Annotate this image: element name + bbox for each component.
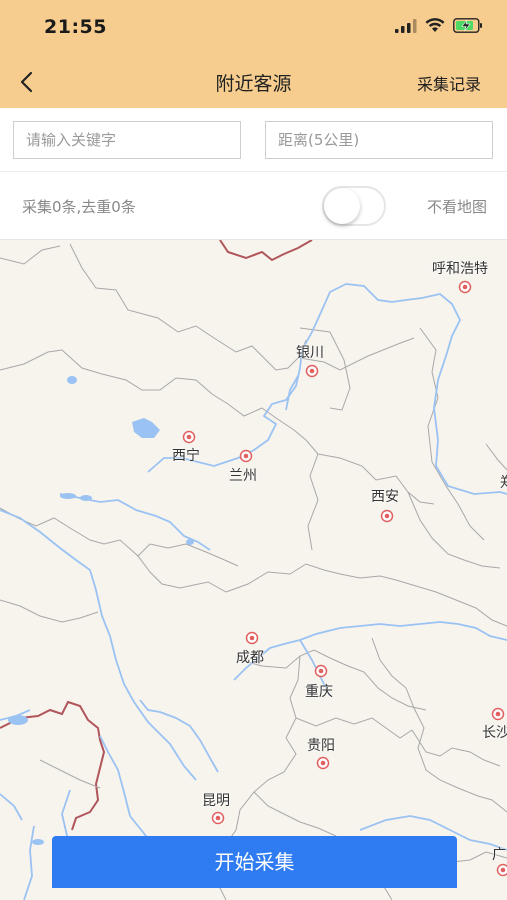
wifi-icon xyxy=(425,18,445,32)
city-label-chongqing: 重庆 xyxy=(305,684,333,700)
hide-map-toggle[interactable] xyxy=(322,186,386,226)
city-marker-lanzhou xyxy=(239,449,253,463)
map-view[interactable]: 呼和浩特 银川 西宁 兰州 西安 郑 成都 重庆 贵阳 长沙 昆明 广 xyxy=(0,240,507,900)
city-markers xyxy=(182,280,507,877)
city-marker-guangzhou xyxy=(496,863,507,877)
collection-count-text: 采集0条,去重0条 xyxy=(22,198,136,216)
hide-map-label: 不看地图 xyxy=(426,198,487,216)
search-row xyxy=(0,108,507,172)
collection-records-button[interactable]: 采集记录 xyxy=(417,71,481,95)
nav-bar: 附近客源 采集记录 xyxy=(0,56,507,108)
status-time: 21:55 xyxy=(44,16,107,38)
city-marker-changsha xyxy=(491,707,505,721)
city-label-xian: 西安 xyxy=(371,489,399,505)
signal-icon xyxy=(395,18,417,33)
city-label-zhengzhou: 郑 xyxy=(500,472,507,492)
province-borders xyxy=(0,243,507,900)
keyword-input[interactable] xyxy=(13,121,241,159)
status-bar: 21:55 xyxy=(0,0,507,56)
city-label-yinchuan: 银川 xyxy=(296,345,324,361)
city-label-lanzhou: 兰州 xyxy=(229,468,257,484)
city-label-xining: 西宁 xyxy=(172,448,200,464)
city-marker-guiyang xyxy=(316,756,330,770)
rivers xyxy=(0,283,507,900)
city-marker-yinchuan xyxy=(305,364,319,378)
national-border-top xyxy=(219,240,313,262)
city-marker-xian xyxy=(380,509,394,523)
toggle-knob[interactable] xyxy=(324,188,360,224)
city-label-changsha: 长沙 xyxy=(482,725,507,741)
distance-input[interactable] xyxy=(265,121,493,159)
city-label-guangzhou: 广 xyxy=(492,847,506,863)
map-canvas[interactable] xyxy=(0,240,507,900)
city-marker-hohhot xyxy=(458,280,472,294)
battery-charging-icon xyxy=(453,18,482,33)
city-label-kunming: 昆明 xyxy=(202,793,230,809)
city-label-hohhot: 呼和浩特 xyxy=(432,261,488,277)
info-row: 采集0条,去重0条 不看地图 xyxy=(0,172,507,240)
city-label-guiyang: 贵阳 xyxy=(307,738,335,754)
city-marker-chengdu xyxy=(245,631,259,645)
city-marker-kunming xyxy=(211,811,225,825)
city-label-chengdu: 成都 xyxy=(236,650,264,666)
status-icons xyxy=(395,18,483,33)
city-marker-xining xyxy=(182,430,196,444)
city-marker-chongqing xyxy=(314,664,328,678)
start-collecting-button[interactable]: 开始采集 xyxy=(52,836,457,888)
